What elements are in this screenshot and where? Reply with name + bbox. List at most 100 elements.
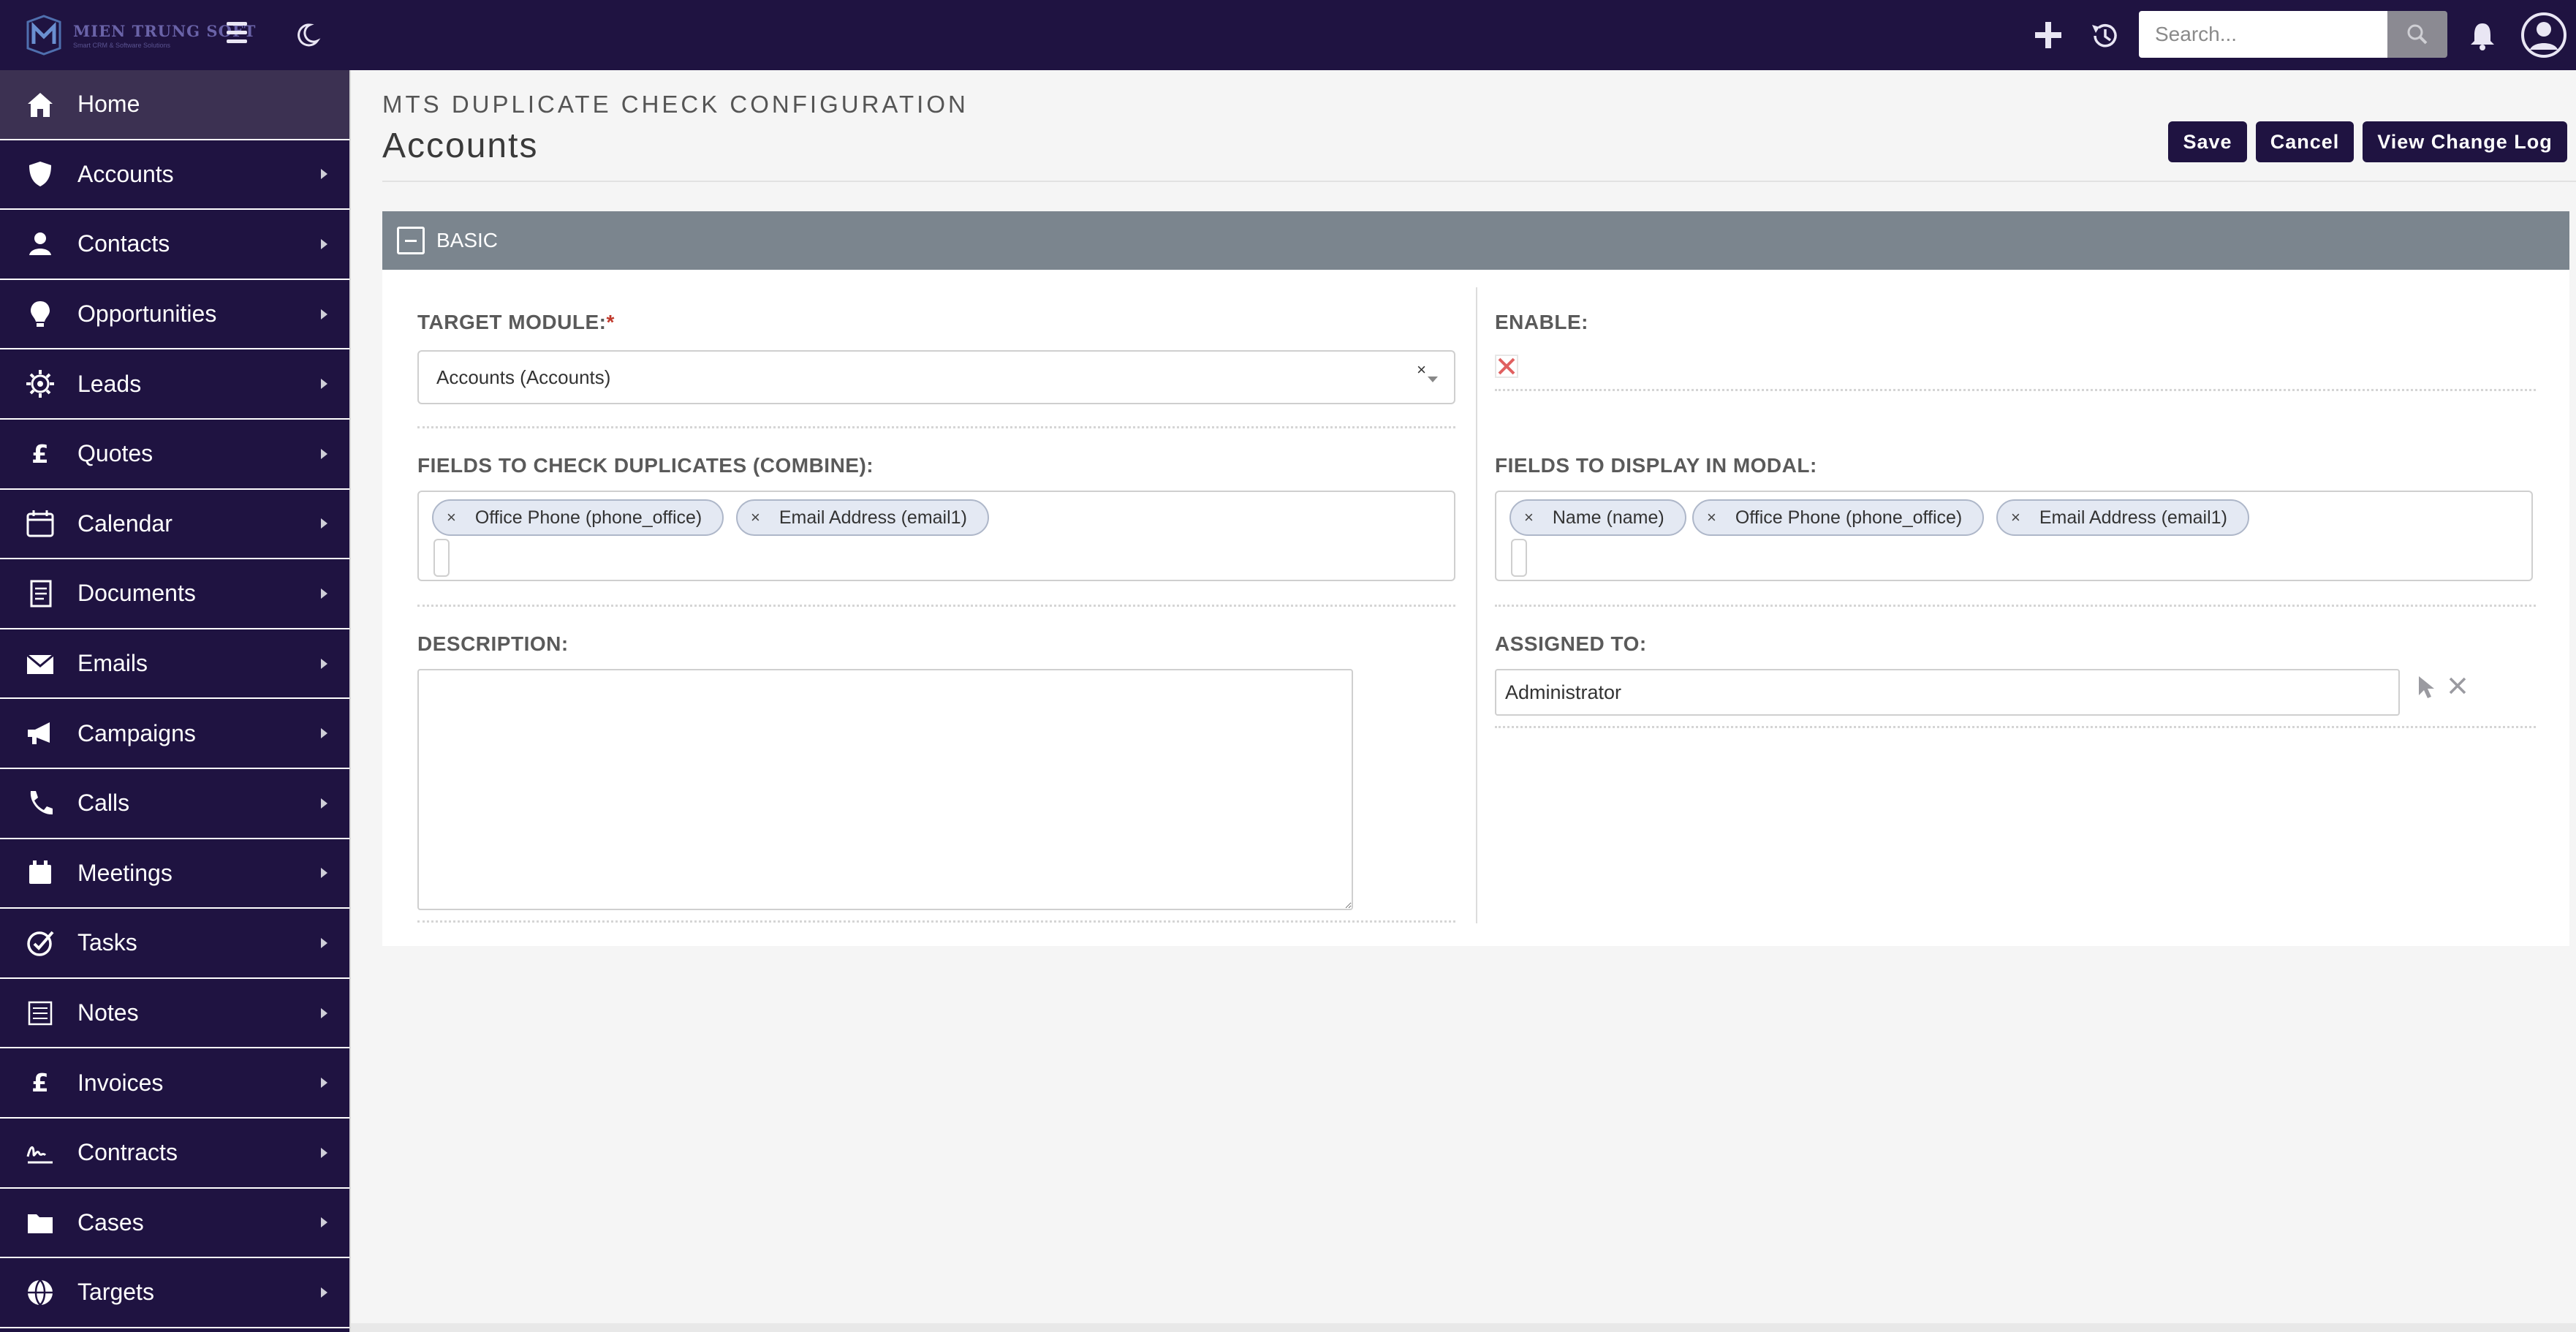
envelope-icon (25, 648, 56, 679)
chevron-right-icon[interactable] (321, 379, 327, 390)
sidebar-item-label: Notes (77, 999, 139, 1026)
sidebar-item-quotes[interactable]: £ Quotes (0, 420, 351, 490)
sidebar-item-calendar[interactable]: Calendar (0, 490, 351, 560)
chevron-right-icon[interactable] (321, 658, 327, 669)
sidebar-item-label: Accounts (77, 160, 174, 187)
logo-mark-icon (26, 15, 61, 56)
sidebar-item-notes[interactable]: Notes (0, 979, 351, 1049)
sidebar-item-invoices[interactable]: £ Invoices (0, 1048, 351, 1119)
module-title: MTS DUPLICATE CHECK CONFIGURATION (382, 91, 969, 118)
select-user-arrow-icon[interactable] (2416, 675, 2436, 700)
assigned-to-input[interactable]: Administrator (1495, 669, 2400, 716)
menu-toggle-icon[interactable] (224, 22, 251, 48)
tag-remove-icon[interactable]: × (1524, 508, 1534, 527)
sidebar-item-label: Meetings (77, 859, 173, 886)
pound-icon: £ (25, 439, 56, 469)
chevron-right-icon[interactable] (321, 518, 327, 529)
sidebar-item-label: Opportunities (77, 300, 217, 328)
description-label: DESCRIPTION: (417, 632, 569, 655)
assigned-to-label: ASSIGNED TO: (1495, 632, 1647, 655)
pound-icon: £ (25, 1067, 56, 1098)
sidebar-item-contracts[interactable]: Contracts (0, 1119, 351, 1189)
sidebar-item-label: Documents (77, 580, 196, 607)
chevron-right-icon[interactable] (321, 1078, 327, 1089)
sidebar-item-documents[interactable]: Documents (0, 559, 351, 629)
sidebar-item-home[interactable]: Home (0, 70, 351, 140)
history-icon[interactable] (2089, 20, 2120, 51)
sidebar-item-contacts[interactable]: Contacts (0, 210, 351, 280)
record-title: Accounts (382, 126, 539, 165)
sidebar-item-opportunities[interactable]: Opportunities (0, 280, 351, 350)
chevron-right-icon[interactable] (321, 868, 327, 879)
tag-office-phone: × Office Phone (phone_office) (432, 499, 724, 536)
svg-text:£: £ (31, 1069, 49, 1098)
sidebar-item-label: Leads (77, 370, 142, 397)
tag-search-input[interactable] (433, 539, 450, 577)
fields-check-multiselect[interactable]: × Office Phone (phone_office) × Email Ad… (417, 491, 1455, 581)
company-logo[interactable]: MIEN TRUNG SOFT Smart CRM & Software Sol… (25, 13, 256, 57)
sidebar-item-tasks[interactable]: Tasks (0, 909, 351, 979)
lightbulb-icon (25, 299, 56, 330)
column-divider (1476, 287, 1477, 923)
create-plus-icon[interactable] (2034, 20, 2063, 50)
person-icon (25, 229, 56, 260)
description-textarea[interactable] (417, 669, 1353, 910)
phone-icon (25, 788, 56, 819)
header-divider (382, 181, 2576, 182)
collapse-icon[interactable] (397, 227, 425, 254)
sidebar-item-label: Emails (77, 650, 148, 677)
tag-email-address: × Email Address (email1) (736, 499, 989, 536)
cancel-button[interactable]: Cancel (2256, 121, 2354, 162)
chevron-right-icon[interactable] (321, 1147, 327, 1158)
chevron-right-icon[interactable] (321, 728, 327, 739)
chevron-right-icon[interactable] (321, 937, 327, 948)
chevron-down-icon[interactable] (1428, 376, 1438, 382)
sidebar-scrollbar[interactable] (349, 70, 351, 1332)
signature-icon (25, 1138, 56, 1168)
tag-name: × Name (name) (1509, 499, 1686, 536)
sidebar-item-meetings[interactable]: Meetings (0, 839, 351, 909)
search-icon (2407, 24, 2428, 45)
disabled-x-icon (1498, 357, 1515, 375)
sidebar-item-emails[interactable]: Emails (0, 629, 351, 700)
dark-mode-icon[interactable] (292, 20, 322, 50)
view-change-log-button[interactable]: View Change Log (2363, 121, 2567, 162)
search-button[interactable] (2387, 11, 2447, 58)
globe-icon (25, 1277, 56, 1308)
fields-display-multiselect[interactable]: × Name (name) × Office Phone (phone_offi… (1495, 491, 2533, 581)
sidebar-item-label: Invoices (77, 1069, 164, 1096)
chevron-right-icon[interactable] (321, 1287, 327, 1298)
save-button[interactable]: Save (2168, 121, 2247, 162)
tag-remove-icon[interactable]: × (1707, 508, 1716, 527)
sidebar-item-leads[interactable]: Leads (0, 349, 351, 420)
chevron-right-icon[interactable] (321, 588, 327, 599)
tag-remove-icon[interactable]: × (447, 508, 456, 527)
tag-remove-icon[interactable]: × (751, 508, 760, 527)
chevron-right-icon[interactable] (321, 1217, 327, 1228)
sidebar-item-label: Calls (77, 790, 130, 817)
sidebar-item-targets[interactable]: Targets (0, 1258, 351, 1328)
search-input[interactable] (2139, 11, 2387, 58)
chevron-right-icon[interactable] (321, 448, 327, 459)
bottom-scrollbar[interactable] (351, 1323, 2576, 1332)
sidebar-item-calls[interactable]: Calls (0, 769, 351, 839)
clear-x-icon[interactable] (2448, 676, 2467, 695)
enable-checkbox[interactable] (1495, 355, 1518, 378)
tag-remove-icon[interactable]: × (2011, 508, 2020, 527)
field-separator (417, 426, 1455, 428)
panel-header[interactable]: BASIC (382, 211, 2569, 270)
chevron-right-icon[interactable] (321, 1007, 327, 1018)
gear-icon (25, 368, 56, 399)
tag-search-input[interactable] (1511, 539, 1527, 577)
user-avatar-icon[interactable] (2520, 12, 2567, 58)
notification-bell-icon[interactable] (2468, 20, 2497, 51)
chevron-right-icon[interactable] (321, 238, 327, 249)
sidebar-item-accounts[interactable]: Accounts (0, 140, 351, 211)
chevron-right-icon[interactable] (321, 309, 327, 319)
sidebar-item-cases[interactable]: Cases (0, 1189, 351, 1259)
select-clear-icon[interactable]: × (1417, 360, 1426, 379)
chevron-right-icon[interactable] (321, 169, 327, 180)
sidebar-item-campaigns[interactable]: Campaigns (0, 699, 351, 769)
chevron-right-icon[interactable] (321, 798, 327, 809)
target-module-select[interactable]: Accounts (Accounts) × (417, 350, 1455, 404)
